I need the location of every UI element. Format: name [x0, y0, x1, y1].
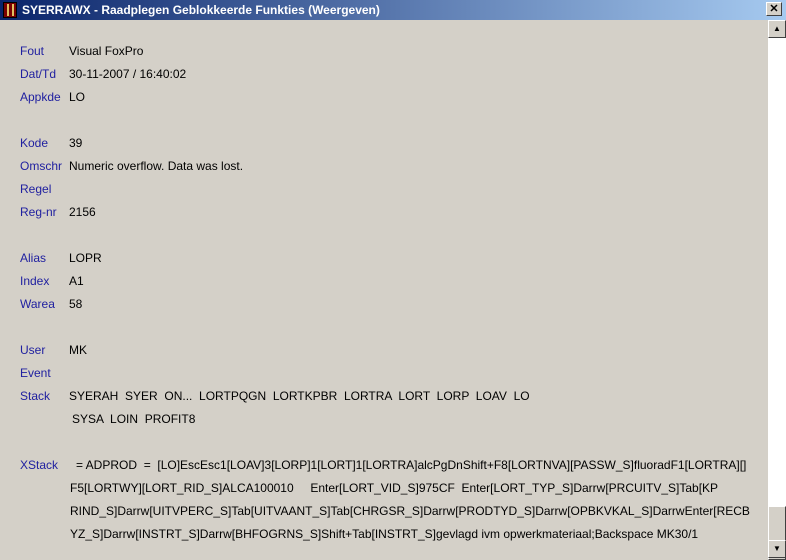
omschr-label: Omschr	[20, 159, 62, 173]
vertical-scrollbar[interactable]: ▲ ▼	[768, 20, 786, 560]
fout-value: Visual FoxPro	[69, 44, 144, 58]
scroll-up-button[interactable]: ▲	[768, 20, 786, 38]
omschr-value: Numeric overflow. Data was lost.	[69, 159, 244, 173]
scroll-track[interactable]	[768, 38, 786, 560]
kode-value: 39	[69, 136, 83, 150]
stack-line: SYERAH SYER ON... LORTPQGN LORTKPBR LORT…	[69, 389, 530, 403]
close-button[interactable]: ✕	[766, 2, 782, 16]
regnr-value: 2156	[69, 205, 96, 219]
dattd-label: Dat/Td	[20, 67, 57, 81]
fout-label: Fout	[20, 44, 45, 58]
index-label: Index	[20, 274, 50, 288]
stack-line: SYSA LOIN PROFIT8	[72, 412, 196, 426]
window-title: SYERRAWX - Raadplegen Geblokkeerde Funkt…	[22, 3, 380, 17]
title-bar[interactable]: SYERRAWX - Raadplegen Geblokkeerde Funkt…	[0, 0, 786, 20]
xstack-line: = ADPROD = [LO]EscEsc1[LOAV]3[LORP]1[LOR…	[76, 458, 747, 472]
appkde-value: LO	[69, 90, 86, 104]
error-details: Fout Visual FoxPro Dat/Td 30-11-2007 / 1…	[0, 20, 768, 558]
stack-label: Stack	[20, 389, 51, 403]
user-label: User	[20, 343, 46, 357]
regnr-label: Reg-nr	[20, 205, 57, 219]
user-value: MK	[69, 343, 87, 357]
xstack-label: XStack	[20, 458, 59, 472]
alias-label: Alias	[20, 251, 47, 265]
scroll-down-button[interactable]: ▼	[768, 540, 786, 558]
xstack-line: RIND_S]Darrw[UITVPERC_S]Tab[UITVAANT_S]T…	[70, 504, 750, 518]
xstack-line: F5[LORTWY][LORT_RID_S]ALCA100010 Enter[L…	[70, 481, 719, 495]
xstack-line: YZ_S]Darrw[INSTRT_S]Darrw[BHFOGRNS_S]Shi…	[70, 527, 699, 541]
kode-label: Kode	[20, 136, 49, 150]
error-window: SYERRAWX - Raadplegen Geblokkeerde Funkt…	[0, 0, 786, 560]
dattd-value: 30-11-2007 / 16:40:02	[69, 67, 187, 81]
warea-label: Warea	[20, 297, 55, 311]
alias-value: LOPR	[69, 251, 102, 265]
regel-label: Regel	[20, 182, 52, 196]
event-label: Event	[20, 366, 51, 380]
appkde-label: Appkde	[20, 90, 61, 104]
app-icon	[3, 2, 17, 18]
warea-value: 58	[69, 297, 83, 311]
index-value: A1	[69, 274, 84, 288]
